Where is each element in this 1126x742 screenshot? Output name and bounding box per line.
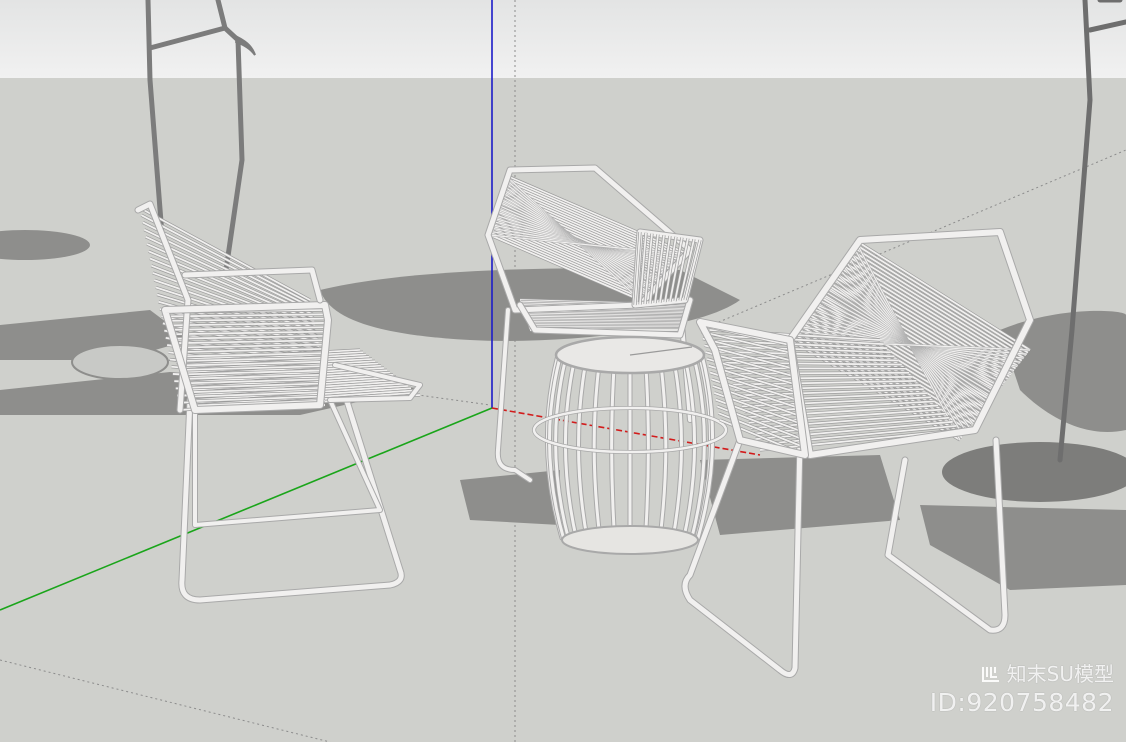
brand-logo-icon [981,666,999,682]
watermark-brand-text: 知末SU模型 [1006,661,1114,686]
watermark-id: ID:920758482 [929,687,1114,717]
3d-scene[interactable] [0,0,1126,742]
sketchup-viewport[interactable]: 知末SU模型 ID:920758482 [0,0,1126,742]
round-side-table[interactable] [532,335,728,555]
sky [0,0,1126,78]
watermark-brand: 知末SU模型 [930,663,1114,685]
watermark: 知末SU模型 ID:920758482 [930,663,1114,717]
